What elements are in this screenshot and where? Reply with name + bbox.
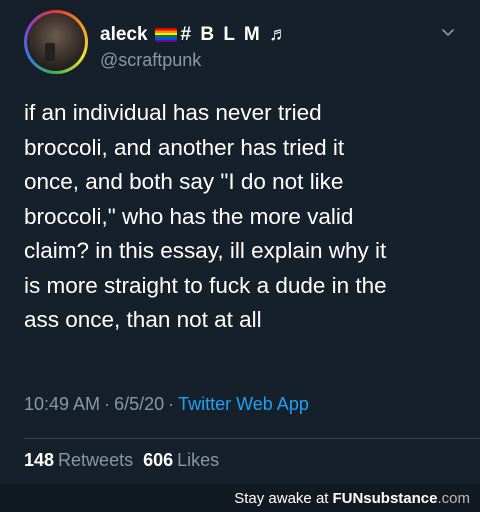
meta-separator: · [168,394,175,414]
user-handle[interactable]: @scraftpunk [100,50,201,71]
watermark-brand: FUNsubstance.com [332,490,470,507]
rainbow-flag-icon [154,28,177,42]
tweet-meta: 10:49 AM · 6/5/20 · Twitter Web App [24,394,309,415]
display-name[interactable]: aleck [100,24,148,46]
likes-count[interactable]: 606 [143,450,173,470]
tweet-card: aleck # B L M ♬ @scraftpunk if an indivi… [0,0,480,484]
avatar-image [27,13,85,71]
tweet-stats: 148 Retweets 606 Likes [24,450,229,471]
divider [24,438,480,439]
name-row: aleck # B L M ♬ [100,22,290,48]
meta-separator: · [104,394,111,414]
watermark-brand-substance: substance [363,489,438,507]
tweet-source-link[interactable]: Twitter Web App [178,394,309,414]
retweets-label[interactable]: Retweets [58,450,133,470]
tweet-date[interactable]: 6/5/20 [114,394,164,414]
watermark-bar: Stay awake at FUNsubstance.com [0,484,480,512]
tweet-header: aleck # B L M ♬ @scraftpunk [24,10,464,76]
name-suffix: # B L M ♬ [180,24,291,45]
tweet-time[interactable]: 10:49 AM [24,394,100,414]
avatar[interactable] [24,10,88,74]
retweets-count[interactable]: 148 [24,450,54,470]
chevron-down-icon[interactable] [440,24,456,40]
tweet-text: if an individual has never tried broccol… [24,100,387,332]
watermark-brand-com: .com [437,489,470,507]
watermark-brand-fun: FUN [332,489,364,507]
likes-label[interactable]: Likes [177,450,219,470]
watermark-prefix: Stay awake at [234,489,329,507]
